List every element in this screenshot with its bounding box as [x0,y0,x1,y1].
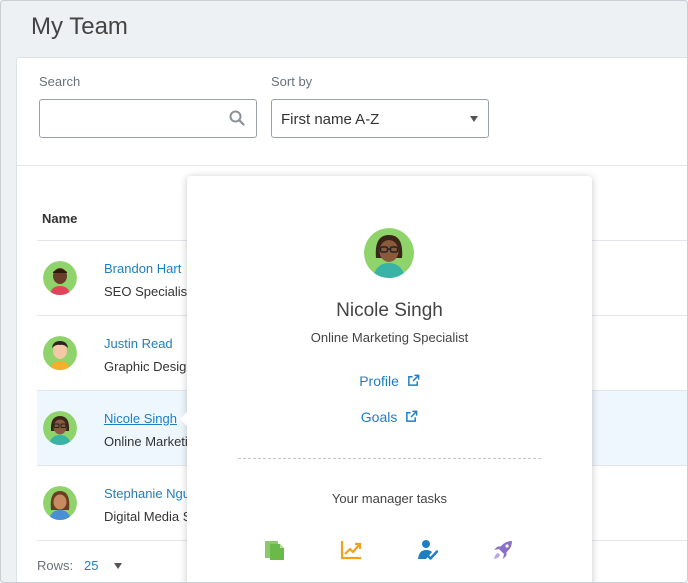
rocket-icon[interactable] [491,538,515,562]
search-field[interactable] [39,99,257,138]
member-title: SEO Specialist [104,284,191,299]
member-title: Graphic Design [104,359,194,374]
member-name-link[interactable]: Stephanie Ngu [104,486,190,501]
member-title: Digital Media S [104,509,192,524]
member-popover: Nicole Singh Online Marketing Specialist… [180,176,592,582]
user-check-icon[interactable] [416,538,440,562]
sort-select[interactable]: First name A-Z [271,99,489,138]
chevron-down-icon [470,116,478,122]
search-label: Search [39,74,81,89]
divider [17,165,687,166]
rows-per-page-select[interactable]: 25 [84,558,98,573]
search-input[interactable] [40,100,225,137]
sort-selected-value: First name A-Z [281,111,380,128]
member-name-link[interactable]: Justin Read [104,336,173,351]
popover-member-title: Online Marketing Specialist [310,330,469,345]
member-name-link[interactable]: Nicole Singh [104,411,177,426]
goals-link-label[interactable]: Goals [361,409,398,425]
popover-arrow [180,412,187,426]
manager-tasks-label: Your manager tasks [331,491,448,506]
avatar [43,261,77,295]
external-link-icon [407,374,420,386]
profile-link-label[interactable]: Profile [359,373,399,389]
column-header-name[interactable]: Name [42,211,77,226]
member-name-link[interactable]: Brandon Hart [104,261,181,276]
goals-link[interactable]: Goals [187,409,592,425]
search-icon[interactable] [229,110,245,126]
divider [238,458,541,459]
chart-line-icon[interactable] [339,538,363,562]
avatar [43,486,77,520]
profile-link[interactable]: Profile [187,373,592,389]
avatar [364,228,414,278]
popover-member-name: Nicole Singh [336,300,443,321]
rows-per-page-label: Rows: [37,558,74,573]
avatar [43,336,77,370]
chevron-down-icon[interactable] [114,563,122,569]
external-link-icon [406,410,418,422]
app-window: My Team Search Sort by First name A-Z Na… [0,0,688,583]
avatar [43,411,77,445]
page-title: My Team [31,13,128,40]
sort-label: Sort by [271,74,313,89]
documents-icon[interactable] [263,538,287,562]
